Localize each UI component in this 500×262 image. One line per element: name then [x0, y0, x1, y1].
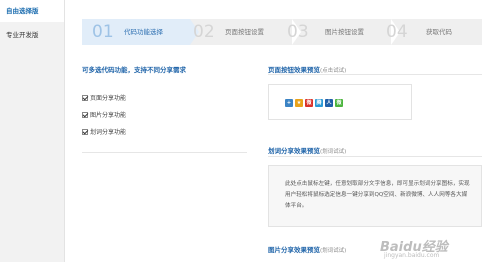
step-3[interactable]: 03 图片按钮设置 — [287, 19, 391, 45]
option-label: 页面分享功能 — [90, 95, 127, 102]
step-number: 03 — [287, 22, 309, 42]
step-number: 04 — [386, 22, 408, 42]
wechat-icon[interactable]: 微 — [335, 99, 343, 107]
step-2[interactable]: 02 页面按钮设置 — [193, 19, 292, 45]
divider — [82, 152, 247, 153]
step-number: 01 — [92, 22, 114, 42]
sidebar-item-free-select[interactable]: 自由选择版 — [0, 0, 64, 22]
text-preview-box[interactable]: 此处点击鼠标左键，任意划取部分文字信息，即可显示划词分享图标，实现用户轻松将鼠标… — [268, 165, 482, 227]
options-heading: 可多选代码功能，支持不同分享需求 — [82, 66, 186, 74]
watermark-url: jingyan.baidu.com — [384, 252, 440, 259]
option-label: 划词分享功能 — [90, 129, 127, 136]
checkbox-checked[interactable] — [82, 95, 88, 101]
sidebar: 自由选择版 专业开发版 — [0, 0, 65, 262]
step-label: 代码功能选择 — [124, 28, 163, 36]
image-preview-title: 图片分享效果预览(划词试试) — [268, 244, 346, 254]
title-text: 划词分享效果预览 — [268, 147, 320, 155]
step-4[interactable]: 04 获取代码 — [386, 19, 482, 45]
qzone-icon[interactable]: ★ — [295, 99, 303, 107]
watermark: Baidu经验 jingyan.baidu.com — [380, 236, 500, 262]
function-options-panel: 可多选代码功能，支持不同分享需求 — [82, 64, 247, 74]
divider — [268, 74, 482, 75]
step-label: 获取代码 — [426, 28, 452, 36]
sidebar-item-pro-dev[interactable]: 专业开发版 — [0, 24, 64, 46]
option-page-share[interactable]: 页面分享功能 — [82, 94, 126, 104]
option-image-share[interactable]: 图片分享功能 — [82, 111, 126, 121]
renren-icon[interactable]: 人 — [325, 99, 333, 107]
text-preview-title: 划词分享效果预览(划词试试) — [268, 145, 346, 155]
text-preview-description: 此处点击鼠标左键，任意划取部分文字信息，即可显示划词分享图标，实现用户轻松将鼠标… — [285, 181, 470, 209]
divider — [268, 156, 482, 157]
step-label: 图片按钮设置 — [325, 28, 364, 36]
checkbox-checked[interactable] — [82, 112, 88, 118]
plus-share-icon[interactable]: + — [285, 99, 293, 107]
step-label: 页面按钮设置 — [225, 28, 264, 36]
option-text-share[interactable]: 划词分享功能 — [82, 128, 126, 138]
button-preview-title: 页面按钮效果预览(点击试试) — [268, 64, 346, 74]
title-text: 页面按钮效果预览 — [268, 66, 320, 74]
checkbox-checked[interactable] — [82, 129, 88, 135]
title-hint: (划词试试) — [320, 149, 347, 155]
title-hint: (划词试试) — [320, 248, 347, 254]
step-number: 02 — [193, 22, 215, 42]
step-1[interactable]: 01 代码功能选择 — [82, 19, 190, 45]
title-text: 图片分享效果预览 — [268, 246, 320, 254]
weibo-icon[interactable]: 微 — [305, 99, 313, 107]
step-progress-bar: 01 代码功能选择 02 页面按钮设置 03 图片按钮设置 04 获取代码 — [82, 19, 482, 45]
tqq-icon[interactable]: 腾 — [315, 99, 323, 107]
button-preview-box: + ★ 微 腾 人 微 — [268, 84, 412, 120]
option-label: 图片分享功能 — [90, 112, 127, 119]
